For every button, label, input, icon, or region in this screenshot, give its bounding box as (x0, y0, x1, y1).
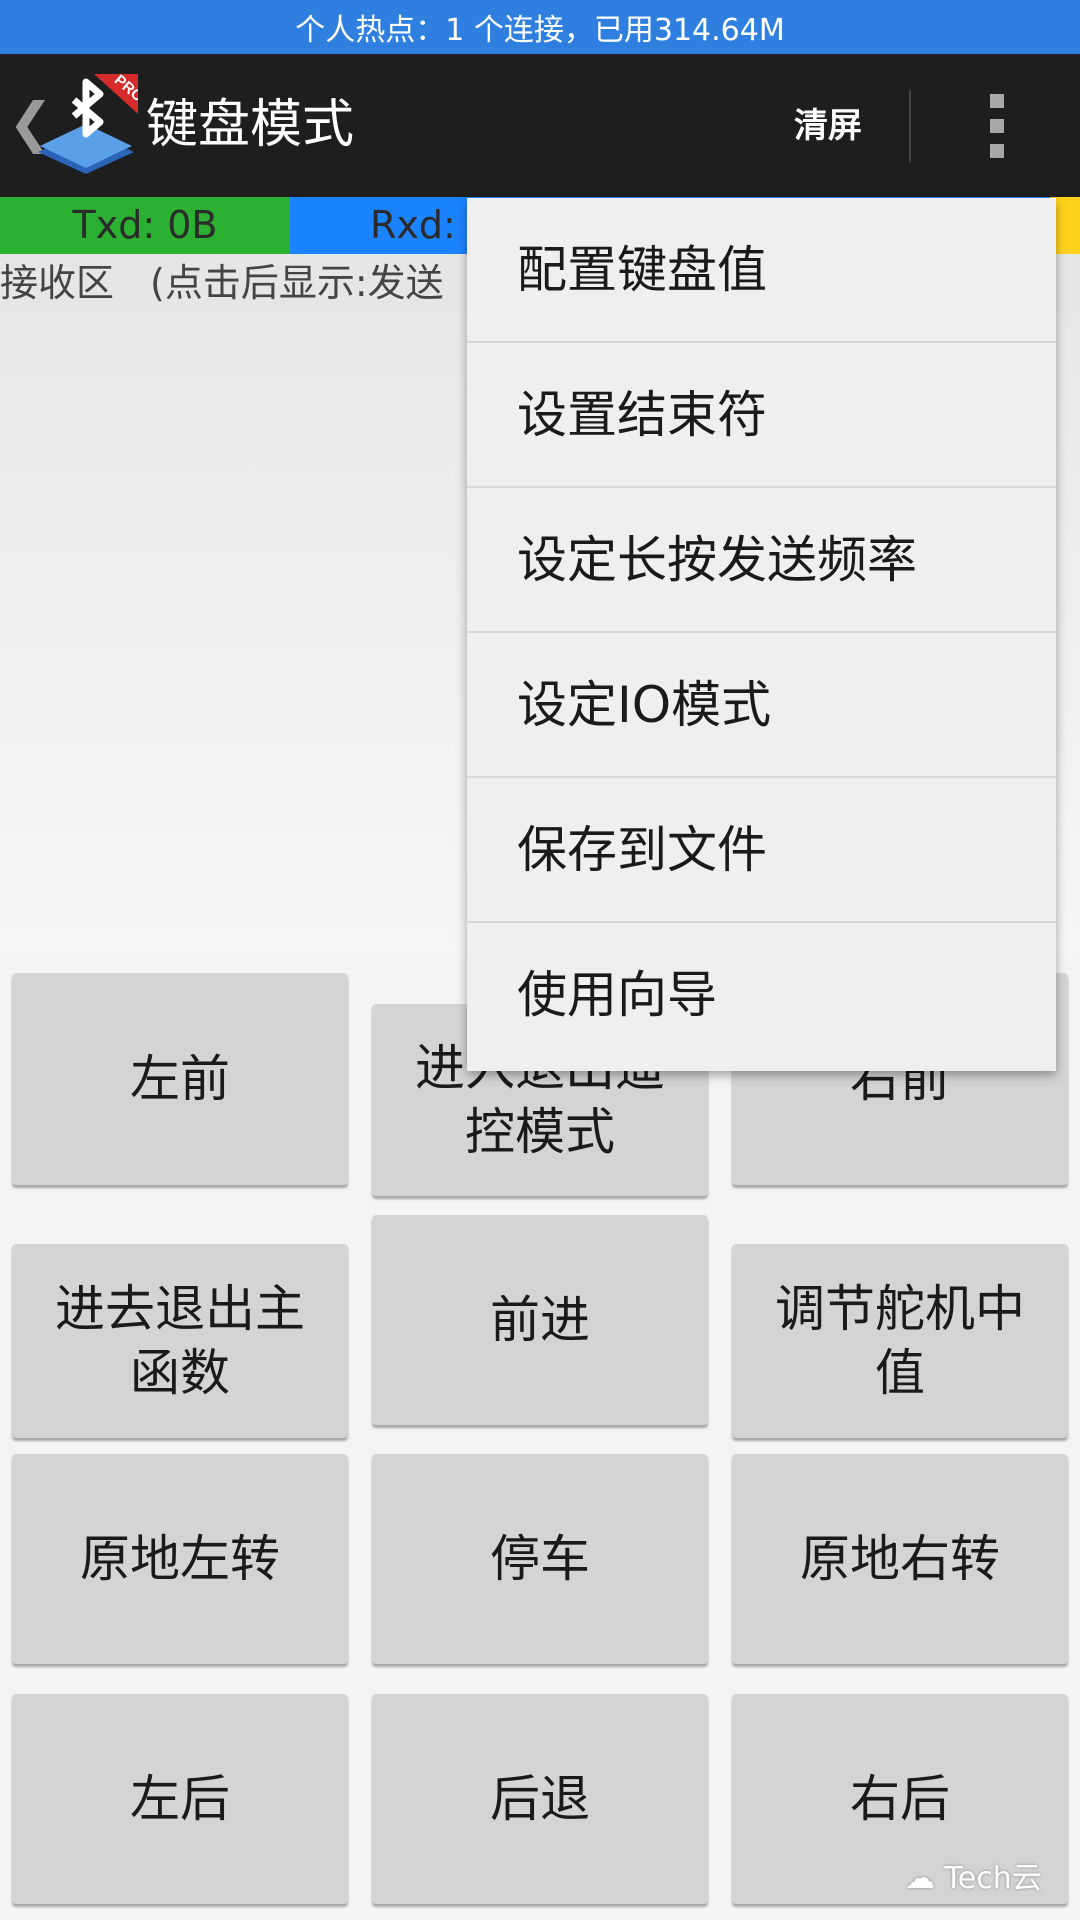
key-label: 左后 (130, 1770, 230, 1828)
key-label: 后退 (490, 1770, 590, 1828)
menu-item-long-press-rate[interactable]: 设定长按发送频率 (467, 488, 1056, 633)
key-label: 进去退出主函数 (55, 1280, 305, 1402)
key-label: 原地右转 (800, 1530, 1000, 1588)
key-backward[interactable]: 后退 (372, 1694, 708, 1904)
key-label: 左前 (130, 1050, 230, 1108)
overflow-dropdown-menu: 配置键盘值 设置结束符 设定长按发送频率 设定IO模式 保存到文件 使用向导 (467, 198, 1056, 1071)
watermark: ☁ Tech云 (905, 1853, 1042, 1897)
bluetooth-icon (71, 78, 104, 138)
page-title: 键盘模式 (146, 95, 355, 155)
watermark-text: Tech云 (944, 1861, 1042, 1896)
key-spin-right[interactable]: 原地右转 (732, 1454, 1068, 1664)
menu-item-save-to-file[interactable]: 保存到文件 (467, 778, 1056, 923)
menu-item-configure-keys[interactable]: 配置键盘值 (467, 198, 1056, 343)
key-servo-center[interactable]: 调节舵机中值 (732, 1244, 1068, 1438)
menu-item-set-terminator[interactable]: 设置结束符 (467, 343, 1056, 488)
action-bar-divider (909, 90, 911, 162)
menu-item-guide[interactable]: 使用向导 (467, 923, 1056, 1068)
action-bar: ❮ PRO 键盘模式 清屏 (0, 54, 1080, 197)
key-label: 原地左转 (80, 1530, 280, 1588)
receive-label: 接收区 (0, 261, 115, 305)
status-bar: 个人热点：1 个连接，已用314.64M (0, 0, 1080, 54)
key-label: 停车 (490, 1530, 590, 1588)
clear-screen-button[interactable]: 清屏 (772, 94, 884, 158)
key-left-forward[interactable]: 左前 (12, 973, 348, 1185)
status-text: 个人热点：1 个连接，已用314.64M (295, 13, 785, 48)
txd-counter: Txd: 0B (0, 197, 290, 254)
key-left-back[interactable]: 左后 (12, 1694, 348, 1904)
app-logo-icon[interactable]: PRO (34, 74, 138, 178)
key-label: 右后 (850, 1770, 950, 1828)
overflow-menu-icon[interactable] (960, 90, 1032, 162)
key-stop[interactable]: 停车 (372, 1454, 708, 1664)
key-toggle-main-function[interactable]: 进去退出主函数 (12, 1244, 348, 1438)
receive-hint: (点击后显示:发送 (150, 261, 444, 305)
menu-item-io-mode[interactable]: 设定IO模式 (467, 633, 1056, 778)
key-label: 前进 (490, 1291, 590, 1349)
wechat-icon: ☁ (905, 1861, 935, 1896)
key-label: 调节舵机中值 (775, 1280, 1025, 1402)
key-forward[interactable]: 前进 (372, 1215, 708, 1425)
key-spin-left[interactable]: 原地左转 (12, 1454, 348, 1664)
